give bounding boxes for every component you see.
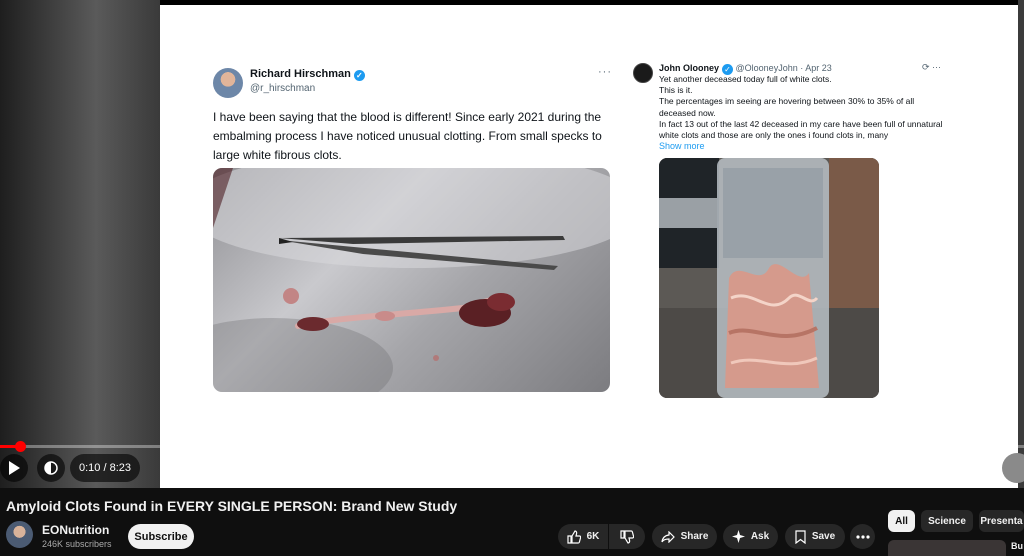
jar-clot-illustration bbox=[659, 158, 879, 398]
share-icon bbox=[660, 530, 675, 543]
tweet-text: Yet another deceased today full of white… bbox=[659, 74, 943, 141]
chip-presentations[interactable]: Presenta bbox=[979, 510, 1024, 532]
save-button[interactable]: Save bbox=[785, 524, 845, 549]
volume-button[interactable] bbox=[37, 454, 65, 482]
progress-bar[interactable] bbox=[0, 441, 1024, 452]
like-count: 6K bbox=[586, 531, 600, 542]
tweet-icons: ⟳ ··· bbox=[922, 62, 942, 72]
show-more-link: Show more bbox=[659, 141, 705, 151]
more-horizontal-icon bbox=[855, 534, 870, 539]
chip-all[interactable]: All bbox=[888, 510, 915, 532]
subscribe-button[interactable]: Subscribe bbox=[128, 524, 194, 549]
tweet-author-handle: @r_hirschman bbox=[250, 83, 316, 94]
play-button[interactable] bbox=[0, 454, 28, 482]
video-title: Amyloid Clots Found in EVERY SINGLE PERS… bbox=[6, 498, 458, 514]
channel-name[interactable]: EONutrition bbox=[42, 523, 109, 537]
subscriber-count: 246K subscribers bbox=[42, 539, 112, 549]
like-button[interactable]: 6K bbox=[558, 524, 608, 549]
tweet-author-name: Richard Hirschman ✓ bbox=[250, 68, 365, 81]
recommended-video-title[interactable]: Bu bbox=[1011, 541, 1023, 551]
thumbs-down-icon bbox=[620, 529, 634, 544]
tweet-text: I have been saying that the blood is dif… bbox=[213, 110, 602, 162]
bookmark-icon bbox=[795, 529, 806, 544]
dislike-button[interactable] bbox=[609, 524, 645, 549]
tweet-photo-jar-clots bbox=[659, 158, 879, 398]
tweet-card-left: Richard Hirschman ✓ @r_hirschman ··· I ha… bbox=[205, 60, 617, 398]
video-player[interactable]: Richard Hirschman ✓ @r_hirschman ··· I ha… bbox=[0, 0, 1024, 488]
tweet-card-right: John Olooney ✓ @OlooneyJohn · Apr 23 ⟳ ··… bbox=[628, 60, 954, 398]
video-side-shade-right bbox=[1018, 0, 1024, 488]
recommended-video-thumbnail[interactable] bbox=[888, 540, 1006, 556]
avatar bbox=[213, 68, 243, 98]
share-button[interactable]: Share bbox=[652, 524, 717, 549]
more-actions-button[interactable] bbox=[850, 524, 875, 549]
volume-icon bbox=[44, 461, 58, 475]
play-icon bbox=[9, 461, 20, 475]
thumbs-up-icon bbox=[566, 529, 581, 544]
video-side-shade bbox=[0, 0, 160, 488]
ask-button[interactable]: Ask bbox=[723, 524, 778, 549]
forceps-clot-illustration bbox=[213, 168, 610, 392]
sparkle-icon bbox=[731, 530, 745, 543]
avatar bbox=[633, 63, 653, 83]
time-display: 0:10 / 8:23 bbox=[70, 454, 140, 482]
tweet-photo-forceps-clots bbox=[213, 168, 610, 392]
channel-avatar[interactable] bbox=[6, 521, 33, 548]
verified-badge-icon: ✓ bbox=[353, 70, 365, 81]
more-options-icon: ··· bbox=[598, 66, 612, 78]
chip-science[interactable]: Science bbox=[921, 510, 973, 532]
autoplay-toggle[interactable] bbox=[1002, 453, 1024, 483]
